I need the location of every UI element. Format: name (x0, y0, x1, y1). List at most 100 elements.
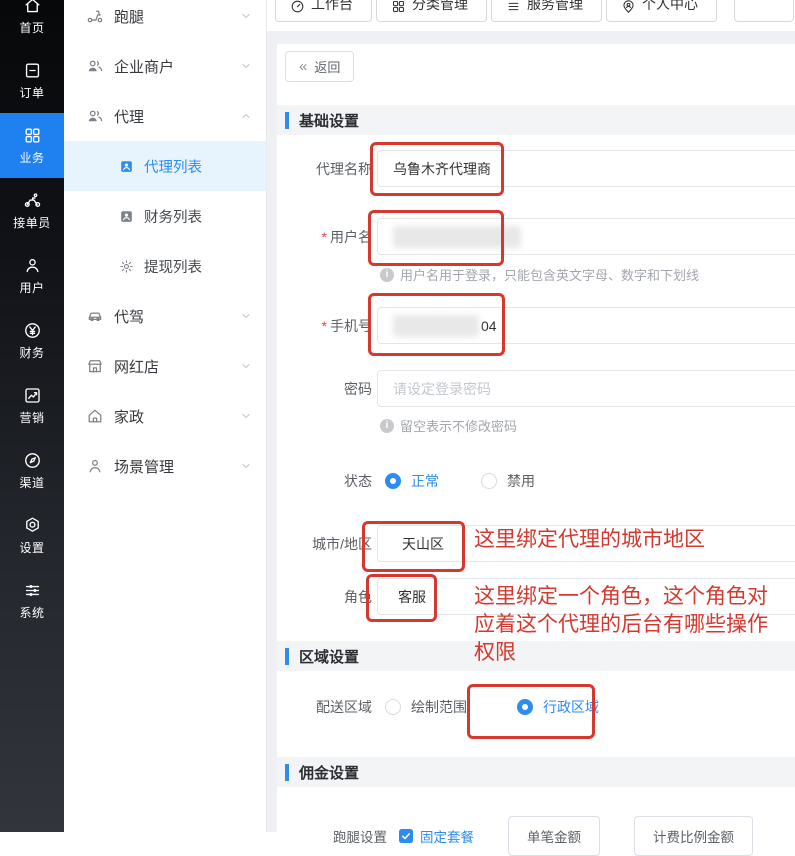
redacted-value (393, 315, 479, 337)
delivery-radio-draw[interactable] (385, 699, 401, 715)
field-agent-name: 代理名称 (277, 150, 795, 187)
commission-row: 跑腿设置 固定套餐 单笔金额 计费比例金额 (277, 816, 753, 856)
rail-item-orders[interactable]: 订单 (0, 48, 64, 113)
chevron-down-icon (240, 360, 252, 372)
top-nav-tab-service-management[interactable]: 服务管理 (491, 0, 602, 22)
users-pair-icon (86, 57, 104, 75)
top-nav-tab-label: 服务管理 (527, 0, 583, 14)
submenu-item-label: 网红店 (114, 356, 159, 377)
section-header-commission: 佣金设置 (277, 757, 795, 787)
top-nav-tab-category-management[interactable]: 分类管理 (376, 0, 487, 22)
section-title: 基础设置 (299, 110, 359, 131)
commission-tab-selected[interactable]: 固定套餐 (399, 826, 474, 846)
back-label: 返回 (314, 57, 340, 76)
top-nav-tab-label: 工作台 (311, 0, 353, 14)
field-username: *用户名 (277, 218, 795, 255)
submenu-item-agent-list[interactable]: 代理列表 (64, 141, 266, 191)
username-input[interactable] (377, 218, 795, 255)
top-nav-tab-label: 分类管理 (412, 0, 468, 14)
top-nav-tab-personal-center[interactable]: 个人中心 (606, 0, 717, 22)
delivery-option-draw[interactable]: 绘制范围 (411, 697, 467, 717)
city-label: 城市/地区 (277, 534, 372, 554)
rail-item-couriers[interactable]: 接单员 (0, 178, 64, 243)
section-title: 佣金设置 (299, 762, 359, 783)
submenu-item-agent[interactable]: 代理 (64, 91, 266, 141)
phone-label: *手机号 (277, 316, 372, 336)
agent-name-input[interactable] (377, 150, 795, 187)
password-hint: i 留空表示不修改密码 (380, 416, 517, 435)
person-pin-icon (621, 0, 636, 14)
main-panel: « 返回 基础设置 代理名称 *用户名 i 用户名用于登录，只能包含英文字母、数… (277, 44, 795, 832)
rail-item-label: 渠道 (19, 474, 44, 491)
rail-item-label: 财务 (19, 344, 44, 361)
rail-item-label: 订单 (19, 84, 44, 101)
agent-name-label: 代理名称 (277, 159, 372, 179)
commission-tab[interactable]: 单笔金额 (508, 816, 600, 856)
status-option-normal[interactable]: 正常 (411, 471, 439, 491)
rider-icon (23, 191, 42, 210)
submenu-item-finance-list[interactable]: 财务列表 (64, 191, 266, 241)
submenu-item-driving[interactable]: 代驾 (64, 291, 266, 341)
rail-item-marketing[interactable]: 营销 (0, 373, 64, 438)
rail-item-label: 业务 (19, 149, 44, 166)
submenu-item-enterprise-merchant[interactable]: 企业商户 (64, 41, 266, 91)
delivery-radio-admin[interactable] (517, 699, 533, 715)
rail-item-business[interactable]: 业务 (0, 113, 64, 178)
rail-item-home[interactable]: 首页 (0, 0, 64, 48)
house-icon (86, 407, 104, 425)
commission-row-label: 跑腿设置 (277, 826, 387, 846)
rail-item-label: 接单员 (13, 214, 51, 231)
top-nav-tab-workbench[interactable]: 工作台 (275, 0, 372, 22)
status-radio-normal[interactable] (385, 473, 401, 489)
top-nav-tab-partial[interactable] (734, 0, 794, 22)
page-background-gap (267, 44, 277, 832)
submenu-item-errand[interactable]: 跑腿 (64, 0, 266, 41)
role-label: 角色 (277, 587, 372, 607)
submenu-item-withdraw-list[interactable]: 提现列表 (64, 241, 266, 291)
field-password: 密码 (277, 370, 795, 407)
back-button[interactable]: « 返回 (285, 51, 354, 82)
left-rail: 首页订单业务接单员用户财务营销渠道设置系统 (0, 0, 64, 832)
chevron-down-icon (240, 460, 252, 472)
rail-item-label: 营销 (19, 409, 44, 426)
commission-tab[interactable]: 计费比例金额 (634, 816, 753, 856)
delivery-option-admin[interactable]: 行政区域 (543, 697, 599, 717)
status-option-disabled[interactable]: 禁用 (507, 471, 535, 491)
rail-item-users[interactable]: 用户 (0, 243, 64, 308)
section-accent-bar (285, 764, 289, 781)
rail-item-system[interactable]: 系统 (0, 568, 64, 633)
order-icon (23, 61, 42, 80)
status-radio-disabled[interactable] (481, 473, 497, 489)
info-icon: i (380, 268, 394, 282)
rail-item-channels[interactable]: 渠道 (0, 438, 64, 503)
redacted-value (393, 226, 521, 248)
field-status: 状态 正常 禁用 (277, 471, 535, 491)
phone-input[interactable]: 04 (377, 307, 795, 344)
rail-item-label: 首页 (19, 19, 44, 36)
section-accent-bar (285, 112, 289, 129)
field-delivery-area: 配送区域 绘制范围 行政区域 (277, 697, 599, 717)
submenu-item-housekeeping[interactable]: 家政 (64, 391, 266, 441)
annotation-role-note-line: 这里绑定一个角色，这个角色对 (474, 583, 768, 611)
rail-item-settings[interactable]: 设置 (0, 503, 64, 568)
section-title: 区域设置 (299, 646, 359, 667)
list-icon (506, 0, 521, 14)
chart-icon (23, 386, 42, 405)
field-phone: *手机号 04 (277, 307, 795, 344)
top-nav-tabs: 工作台 分类管理 服务管理 个人中心 (275, 0, 795, 22)
submenu-item-label: 场景管理 (114, 456, 174, 477)
submenu-item-influencer-shop[interactable]: 网红店 (64, 341, 266, 391)
sliders-icon (23, 581, 42, 600)
users-pair-icon (86, 107, 104, 125)
submenu-item-scene-management[interactable]: 场景管理 (64, 441, 266, 491)
section-header-basic: 基础设置 (277, 105, 795, 135)
home-icon (23, 0, 42, 15)
chevron-down-icon (240, 310, 252, 322)
shop-icon (86, 357, 104, 375)
rail-item-label: 设置 (19, 539, 44, 556)
back-icon: « (299, 59, 307, 74)
required-marker: * (322, 318, 327, 334)
password-input[interactable] (377, 370, 795, 407)
rail-item-finance[interactable]: 财务 (0, 308, 64, 373)
username-hint: i 用户名用于登录，只能包含英文字母、数字和下划线 (380, 265, 699, 284)
